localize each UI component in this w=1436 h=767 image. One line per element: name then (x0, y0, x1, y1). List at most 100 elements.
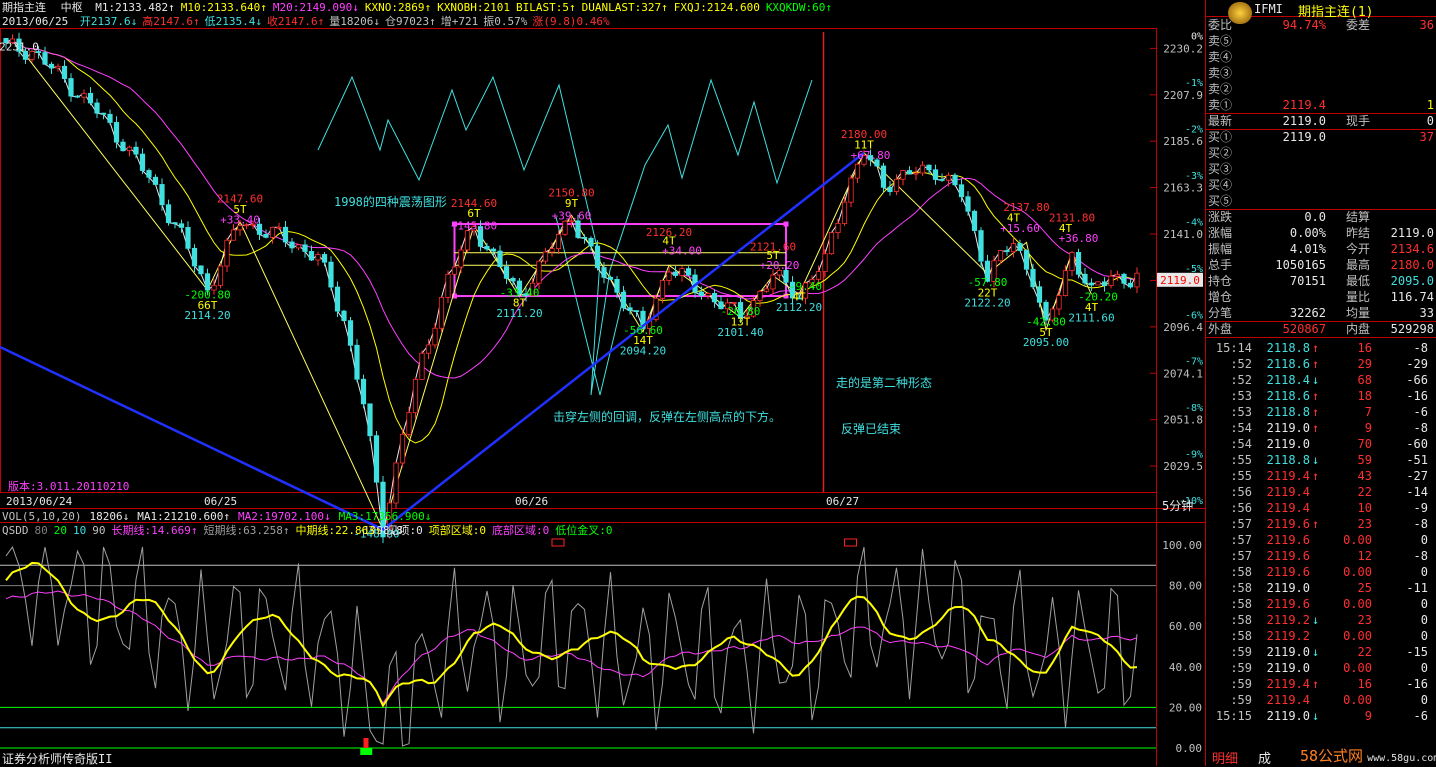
candle-body (588, 237, 594, 247)
pct-tick-label: -9% (1185, 450, 1203, 461)
header-line-2: 2013/06/25 开2137.6↓ 高2147.6↑ 低2135.4↓ 收2147… (2, 15, 610, 29)
box-outer (453, 223, 787, 298)
candle-body (263, 233, 269, 238)
candle-body (451, 266, 458, 275)
candle-body (926, 164, 932, 171)
top-signal-marker (551, 538, 565, 547)
current-date: 2013/06/25 (2, 15, 69, 28)
candle-body (484, 245, 490, 250)
candle-body (126, 146, 133, 152)
price-tick-label: 2207.9 (1163, 89, 1203, 102)
candle-body (627, 307, 633, 312)
candle-body (659, 280, 666, 299)
qsdd-item-9: 项部区域:0 (428, 524, 486, 537)
candle-body (74, 95, 81, 98)
candle-body (887, 186, 893, 192)
candle-body (458, 249, 464, 268)
tick-row: 15:14 2118.8 ↑ 16 -8 (1215, 341, 1428, 355)
version-note: 版本:3.011.20110210 (8, 480, 130, 493)
sell-row-2: 卖② (1208, 82, 1233, 96)
candle-body (165, 204, 172, 224)
short-term-line (5, 545, 1138, 747)
candle-body (107, 113, 113, 123)
candle-body (1017, 243, 1023, 251)
qsdd-item-0: QSDD (2, 524, 29, 537)
candle-body (575, 220, 581, 238)
candle-body (848, 177, 854, 203)
candle-body (1069, 252, 1075, 272)
pct-tick-label: -6% (1185, 310, 1203, 321)
price-label-11: +145.80 (451, 220, 497, 233)
stat-row-3: 总手 1050165 最高 2180.0 (1208, 258, 1434, 272)
ohlc-5: 仓97023↑ (385, 15, 436, 28)
tab-detail[interactable]: 明细 (1212, 748, 1238, 767)
price-label-7: 2114.20 (184, 309, 230, 322)
candle-body (1114, 273, 1121, 277)
qsdd-item-7: 中期线:22.863↑ (295, 524, 382, 537)
pct-tick-label: -8% (1185, 403, 1203, 414)
oscillation-pattern-lines (317, 75, 813, 396)
qsdd-item-4: 90 (92, 524, 106, 537)
candle-body (620, 291, 627, 309)
price-tick-label: 2074.1 (1163, 367, 1203, 380)
price-label-0: 2231.0 (0, 41, 39, 54)
stat-row-1: 涨幅 0.00% 昨结 2119.0 (1208, 226, 1434, 240)
indicator-2: M20:2149.090↓ (272, 1, 359, 14)
tick-row: :55 2119.4 ↑ 43 -27 (1230, 469, 1428, 483)
candle-body (841, 201, 848, 224)
price-label-41: 2122.20 (964, 297, 1010, 310)
candle-body (705, 292, 711, 297)
candle-body (1101, 281, 1108, 286)
pct-tick-label: 0% (1191, 32, 1203, 43)
candle-body (360, 378, 367, 405)
stat-row-0: 涨跌 0.0 结算 (1208, 210, 1371, 224)
candle-body (1023, 250, 1030, 270)
price-tick-label: 2163.3 (1163, 182, 1203, 195)
indicator-1: M10:2133.640↑ (180, 1, 267, 14)
swing-line (18, 46, 1092, 531)
period-button[interactable]: 5分钟 (1162, 497, 1193, 514)
qsdd-item-8: 见项:0 (387, 524, 423, 537)
price-label-26: +20.20 (760, 259, 800, 272)
tick-row: :53 2118.6 ↑ 18 -16 (1230, 389, 1428, 403)
candle-body (159, 184, 165, 206)
candle-body (731, 302, 737, 304)
candle-body (393, 462, 399, 504)
indicator-3: KXNO:2869↑ (364, 1, 432, 14)
ohlc-4: 量18206↓ (329, 15, 381, 28)
indicator-8: KXQKDW:60↑ (765, 1, 833, 14)
candle-body (198, 265, 204, 275)
candle-body (139, 153, 146, 171)
tick-row: :58 2119.6 0.00 0 (1230, 597, 1428, 611)
oscillation-zigzag (317, 75, 813, 396)
candle-body (55, 65, 61, 69)
candle-body (341, 310, 347, 322)
stat-row-5: 增仓 量比 116.74 (1208, 290, 1434, 304)
current-price-label: 2119.0 (1160, 274, 1200, 287)
qsdd-tick-label: 80.00 (1169, 580, 1202, 593)
candle-body (685, 268, 692, 276)
price-tick-label: 2141.0 (1163, 228, 1203, 241)
tab-trade[interactable]: 成 (1258, 748, 1271, 767)
candle-body (308, 251, 315, 261)
tick-row: :59 2119.0 ↓ 22 -15 (1230, 645, 1428, 659)
candle-body (295, 244, 302, 249)
qsdd-item-6: 短期线:63.258↑ (203, 524, 290, 537)
candle-body (1010, 243, 1017, 253)
candle-body (1127, 282, 1134, 288)
tick-row: :54 2119.0 70 -60 (1230, 437, 1428, 451)
qsdd-line: QSDD 80 20 10 90 长期线:14.669↑ 短期线:63.258↑ 中期线:22… (2, 524, 612, 538)
x-tick-0: 2013/06/24 (6, 495, 73, 508)
candle-body (120, 141, 126, 152)
tick-row: :52 2118.6 ↑ 29 -29 (1230, 357, 1428, 371)
candle-body (438, 297, 445, 329)
vol-item-2: MA1:21210.600↑ (137, 510, 230, 523)
sell-row-1: 卖① 2119.4 1 (1208, 98, 1434, 112)
tick-row: :56 2119.4 10 -9 (1230, 501, 1428, 515)
candle-body (965, 196, 971, 212)
tick-row: :55 2118.8 ↓ 59 -51 (1230, 453, 1428, 467)
price-label-23: 2094.20 (620, 345, 666, 358)
candle-body (406, 412, 412, 435)
candle-body (497, 250, 503, 267)
candle-body (952, 174, 958, 186)
